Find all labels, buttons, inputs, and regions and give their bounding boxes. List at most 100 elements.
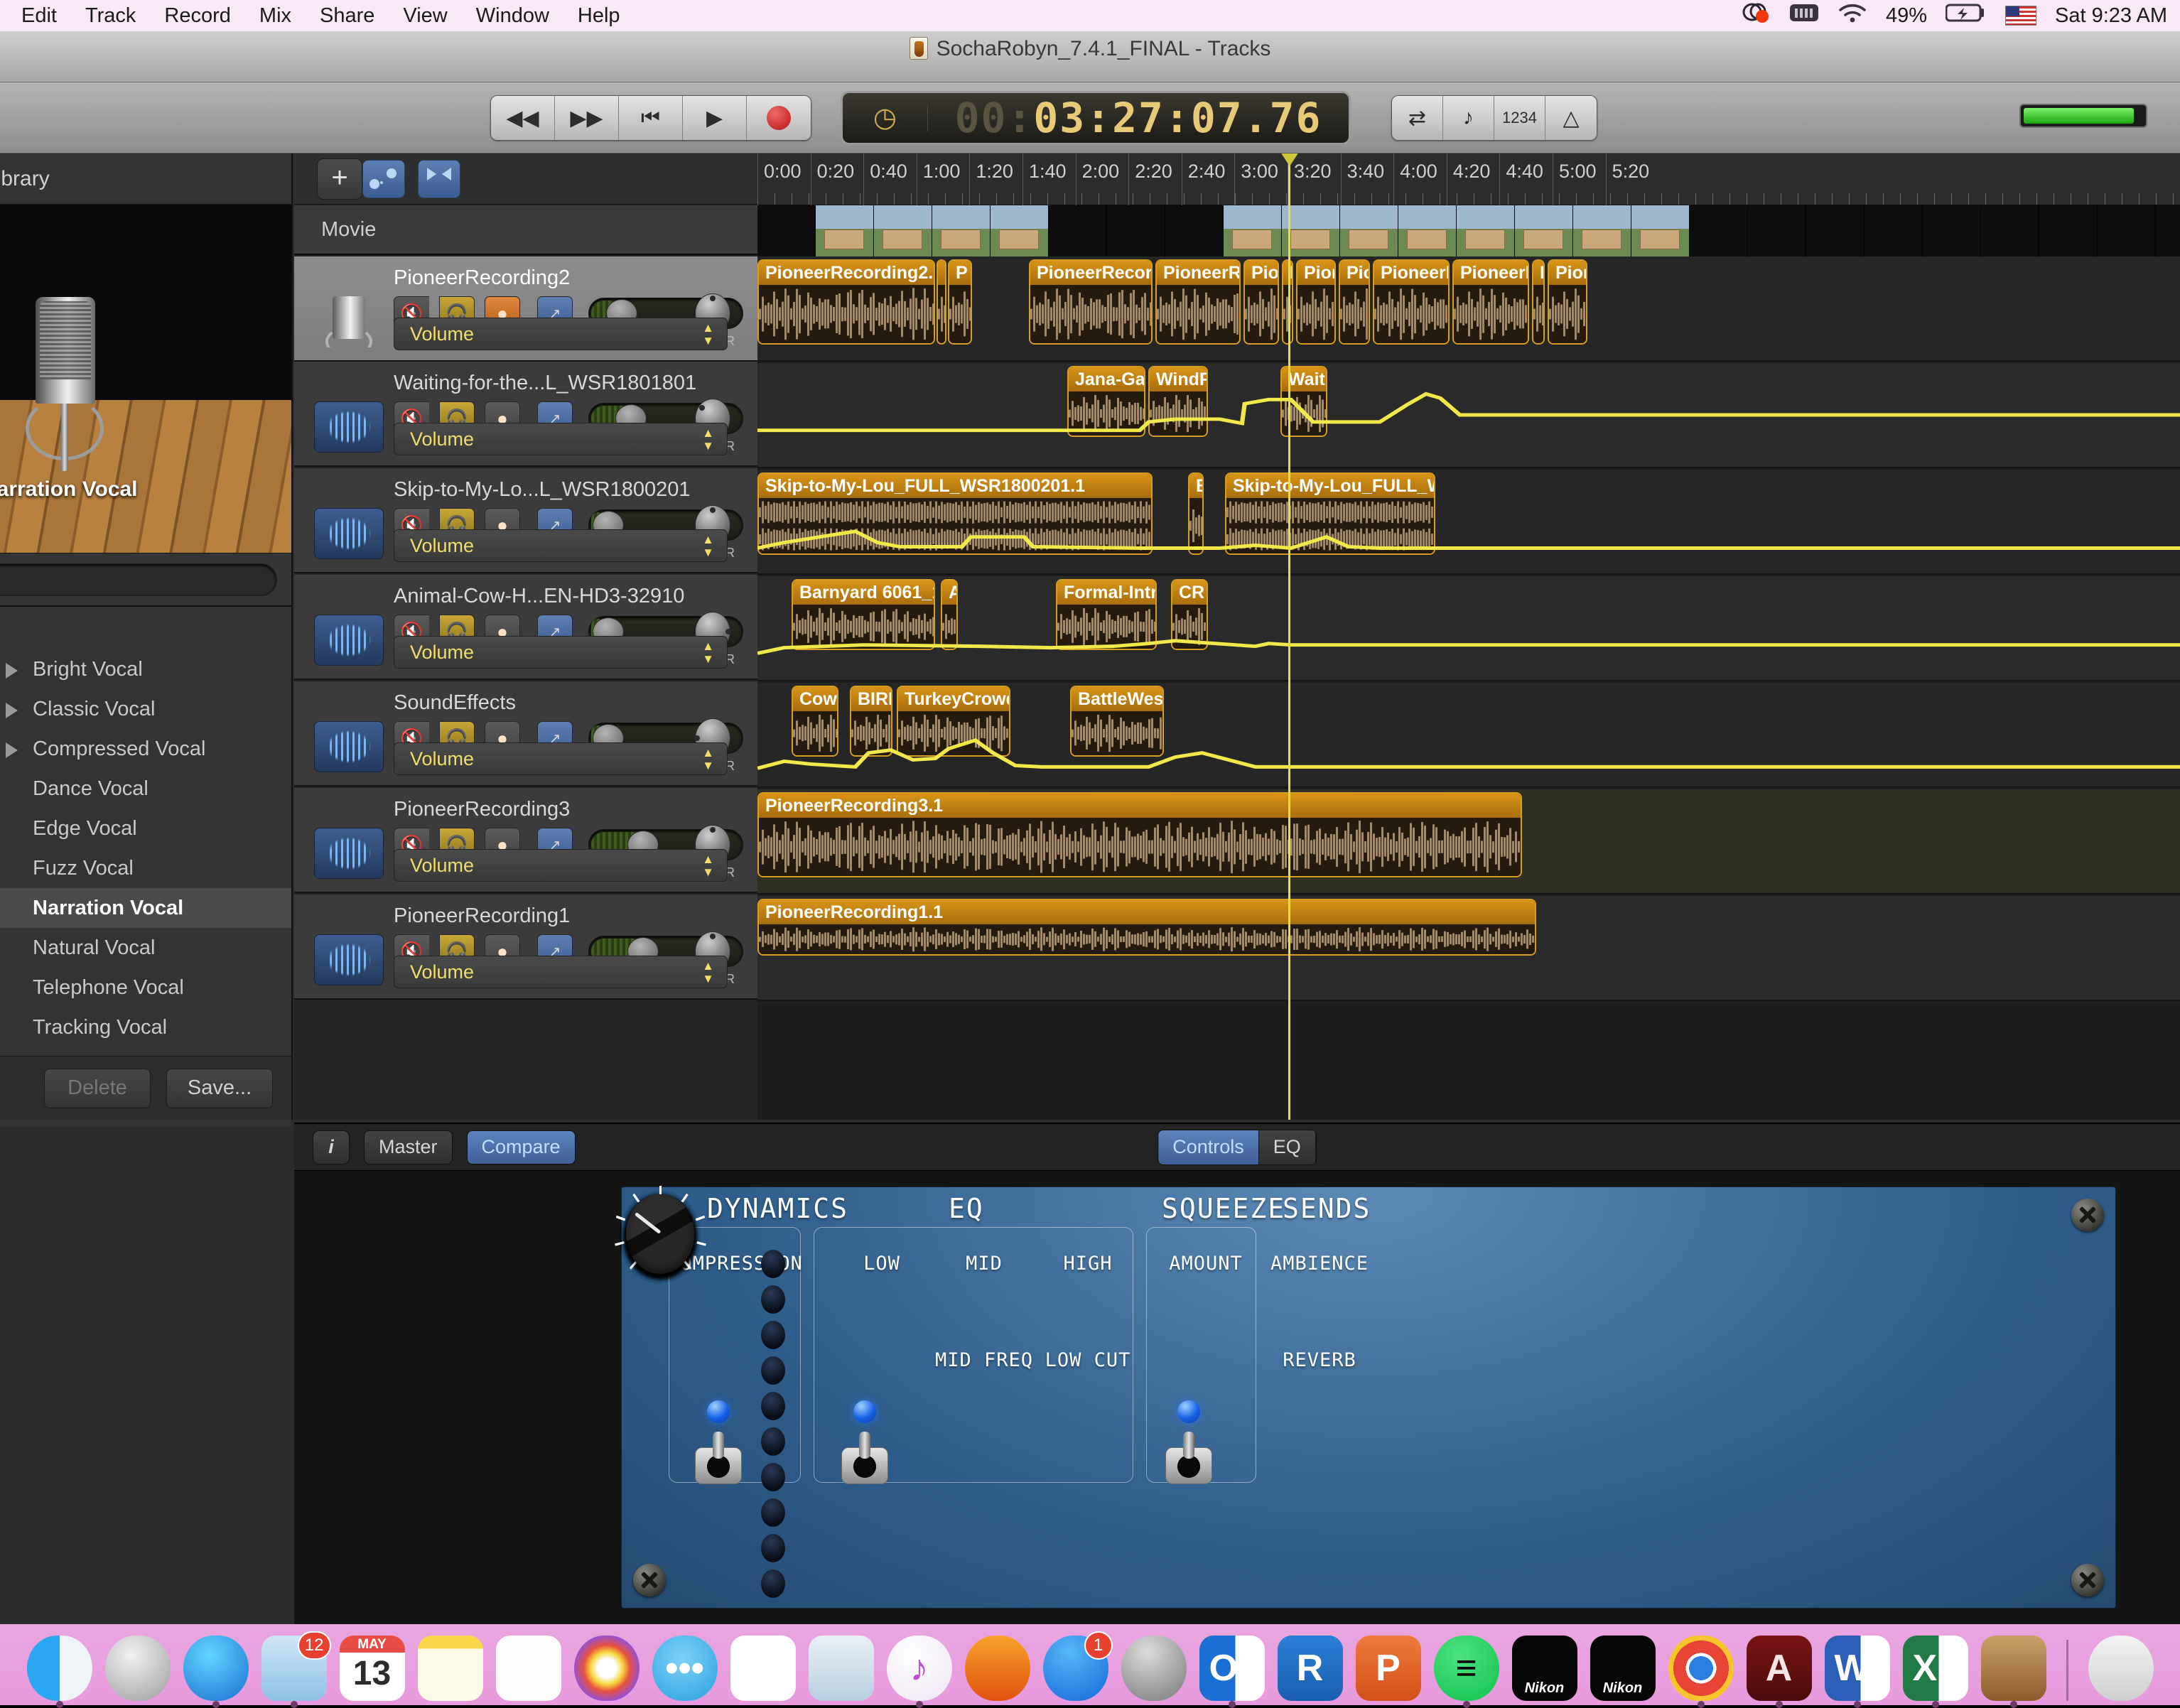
stepper-arrows-icon[interactable]: ▲▼	[702, 960, 714, 985]
library-patch-compressed-vocal[interactable]: Compressed Vocal	[0, 729, 291, 769]
audio-region[interactable]: PioneerRe	[1373, 259, 1450, 345]
track-header[interactable]: PioneerRecording2🔇🎧●↗LRVolume▲▼	[294, 256, 757, 362]
battery-icon[interactable]	[1946, 2, 1987, 29]
track-lane[interactable]: PioneerRecording1.1	[757, 896, 2180, 1001]
dock-item-messages[interactable]: •••	[652, 1636, 718, 1701]
audio-region[interactable]: BIRD	[850, 686, 892, 757]
dock-item-system-preferences[interactable]	[1121, 1636, 1187, 1701]
audio-region[interactable]: Barnyard 6061_100	[792, 579, 935, 650]
dock-item-trash[interactable]	[2088, 1636, 2154, 1701]
reverb-knob[interactable]	[622, 1187, 698, 1278]
track-name[interactable]: SoundEffects	[394, 691, 516, 715]
audio-region[interactable]: Pione	[1243, 259, 1279, 345]
library-patch-natural-vocal[interactable]: Natural Vocal	[0, 928, 291, 968]
playhead[interactable]	[1288, 153, 1290, 1120]
stepper-arrows-icon[interactable]: ▲▼	[702, 322, 714, 347]
audio-wave-icon[interactable]	[314, 934, 384, 985]
audio-region[interactable]: PioneerRecording2.2	[757, 259, 935, 345]
squeeze-bypass-toggle[interactable]	[1165, 1432, 1212, 1484]
audio-region[interactable]: PioneerRec	[1155, 259, 1241, 345]
menu-item-edit[interactable]: Edit	[7, 4, 71, 28]
track-header[interactable]: Waiting-for-the...L_WSR1801801🔇🎧●↗LRVolu…	[294, 362, 757, 467]
menu-item-share[interactable]: Share	[306, 4, 389, 28]
disclosure-triangle-icon[interactable]	[6, 742, 18, 758]
flex-time-icon[interactable]	[418, 160, 460, 198]
dock-item-itunes[interactable]: ♪	[887, 1636, 952, 1701]
track-name[interactable]: Waiting-for-the...L_WSR1801801	[394, 372, 696, 395]
audio-region[interactable]: A	[941, 579, 958, 650]
dock-item-garageband[interactable]	[1981, 1636, 2046, 1701]
audio-region[interactable]: Formal-Intro	[1056, 579, 1157, 650]
dock-item-powerpoint[interactable]: P	[1356, 1636, 1421, 1701]
library-patch-dance-vocal[interactable]: Dance Vocal	[0, 769, 291, 809]
audio-region[interactable]: Pio	[1339, 259, 1370, 345]
automation-parameter-select[interactable]: Volume▲▼	[394, 529, 728, 562]
menu-item-track[interactable]: Track	[71, 4, 150, 28]
dock-item-calendar[interactable]: MAY13	[340, 1636, 405, 1701]
audio-region[interactable]: BattleWest	[1070, 686, 1164, 757]
stepper-arrows-icon[interactable]: ▲▼	[702, 640, 714, 666]
menu-item-view[interactable]: View	[389, 4, 461, 28]
audio-region[interactable]: TurkeyCrowd S	[897, 686, 1010, 757]
audio-region[interactable]: P	[948, 259, 972, 345]
dock-item-photos[interactable]	[574, 1636, 640, 1701]
library-patch-telephone-vocal[interactable]: Telephone Vocal	[0, 968, 291, 1007]
dock-item-keynote[interactable]	[809, 1636, 874, 1701]
dynamics-bypass-toggle[interactable]	[695, 1432, 742, 1484]
clock-label[interactable]: Sat 9:23 AM	[2055, 4, 2167, 28]
library-patch-tracking-vocal[interactable]: Tracking Vocal	[0, 1007, 291, 1047]
automation-parameter-select[interactable]: Volume▲▼	[394, 849, 728, 882]
compare-button[interactable]: Compare	[467, 1130, 576, 1164]
dock-item-excel[interactable]: X	[1903, 1636, 1968, 1701]
automation-parameter-select[interactable]: Volume▲▼	[394, 742, 728, 775]
menu-item-help[interactable]: Help	[563, 4, 635, 28]
audio-region[interactable]: Cow 100	[792, 686, 838, 757]
stepper-arrows-icon[interactable]: ▲▼	[702, 534, 714, 559]
rewind-button[interactable]: ◀◀	[491, 96, 555, 140]
movie-track-header[interactable]: Movie	[294, 205, 757, 255]
go-to-start-button[interactable]: ⏮	[619, 96, 683, 140]
dock-item-chrome[interactable]	[1668, 1636, 1734, 1701]
info-button[interactable]: i	[313, 1130, 350, 1164]
track-name[interactable]: PioneerRecording1	[394, 904, 570, 928]
audio-wave-icon[interactable]	[314, 828, 384, 879]
menu-item-window[interactable]: Window	[462, 4, 563, 28]
audio-region[interactable]: Pione	[1296, 259, 1336, 345]
audio-region[interactable]: P	[1282, 259, 1293, 345]
dock-item-acrobat[interactable]: A	[1747, 1636, 1812, 1701]
dock-item-finder[interactable]	[27, 1636, 92, 1701]
track-header[interactable]: Animal-Cow-H...EN-HD3-32910🔇🎧●↗LRVolume▲…	[294, 575, 757, 680]
audio-region[interactable]: P	[1532, 259, 1545, 345]
track-header[interactable]: Skip-to-My-Lo...L_WSR1800201🔇🎧●↗LRVolume…	[294, 468, 757, 573]
stepper-arrows-icon[interactable]: ▲▼	[702, 853, 714, 879]
track-lane[interactable]: PioneerRecording2.2PPPioneerRecordPionee…	[757, 256, 2180, 362]
stepper-arrows-icon[interactable]: ▲▼	[702, 427, 714, 453]
dock-item-spotify[interactable]: ≡	[1434, 1636, 1499, 1701]
add-track-button[interactable]: +	[317, 158, 362, 200]
automation-curve[interactable]	[757, 576, 2180, 680]
automation-parameter-select[interactable]: Volume▲▼	[394, 956, 728, 988]
library-patch-fuzz-vocal[interactable]: Fuzz Vocal	[0, 848, 291, 888]
automation-curve[interactable]	[757, 363, 2180, 467]
eq-bypass-toggle[interactable]	[841, 1432, 888, 1484]
library-patch-edge-vocal[interactable]: Edge Vocal	[0, 809, 291, 848]
cycle-button[interactable]: ⇄	[1392, 96, 1443, 140]
movie-track-filmstrip[interactable]	[757, 205, 2180, 256]
record-button[interactable]	[747, 96, 811, 140]
us-flag-icon[interactable]	[2005, 6, 2036, 26]
disclosure-triangle-icon[interactable]	[6, 703, 18, 718]
save-button[interactable]: Save...	[166, 1069, 273, 1108]
audio-region[interactable]: PioneerR	[1452, 259, 1529, 345]
audio-wave-icon[interactable]	[314, 508, 384, 559]
disclosure-triangle-icon[interactable]	[6, 663, 18, 679]
audio-region[interactable]: PioneerRecord	[1029, 259, 1153, 345]
delete-button[interactable]: Delete	[44, 1069, 151, 1108]
dock-item-rstudio[interactable]: R	[1278, 1636, 1343, 1701]
audio-region[interactable]: Skip-to-My-Lou_FULL_WS	[1225, 472, 1435, 555]
tuner-button[interactable]: ♪	[1443, 96, 1494, 140]
master-button[interactable]: Master	[364, 1130, 453, 1164]
menu-item-record[interactable]: Record	[150, 4, 245, 28]
dock-item-mail[interactable]: 12	[261, 1636, 327, 1701]
plugin-tab-controls[interactable]: Controls	[1158, 1130, 1259, 1164]
dock-item-notes[interactable]	[418, 1636, 483, 1701]
